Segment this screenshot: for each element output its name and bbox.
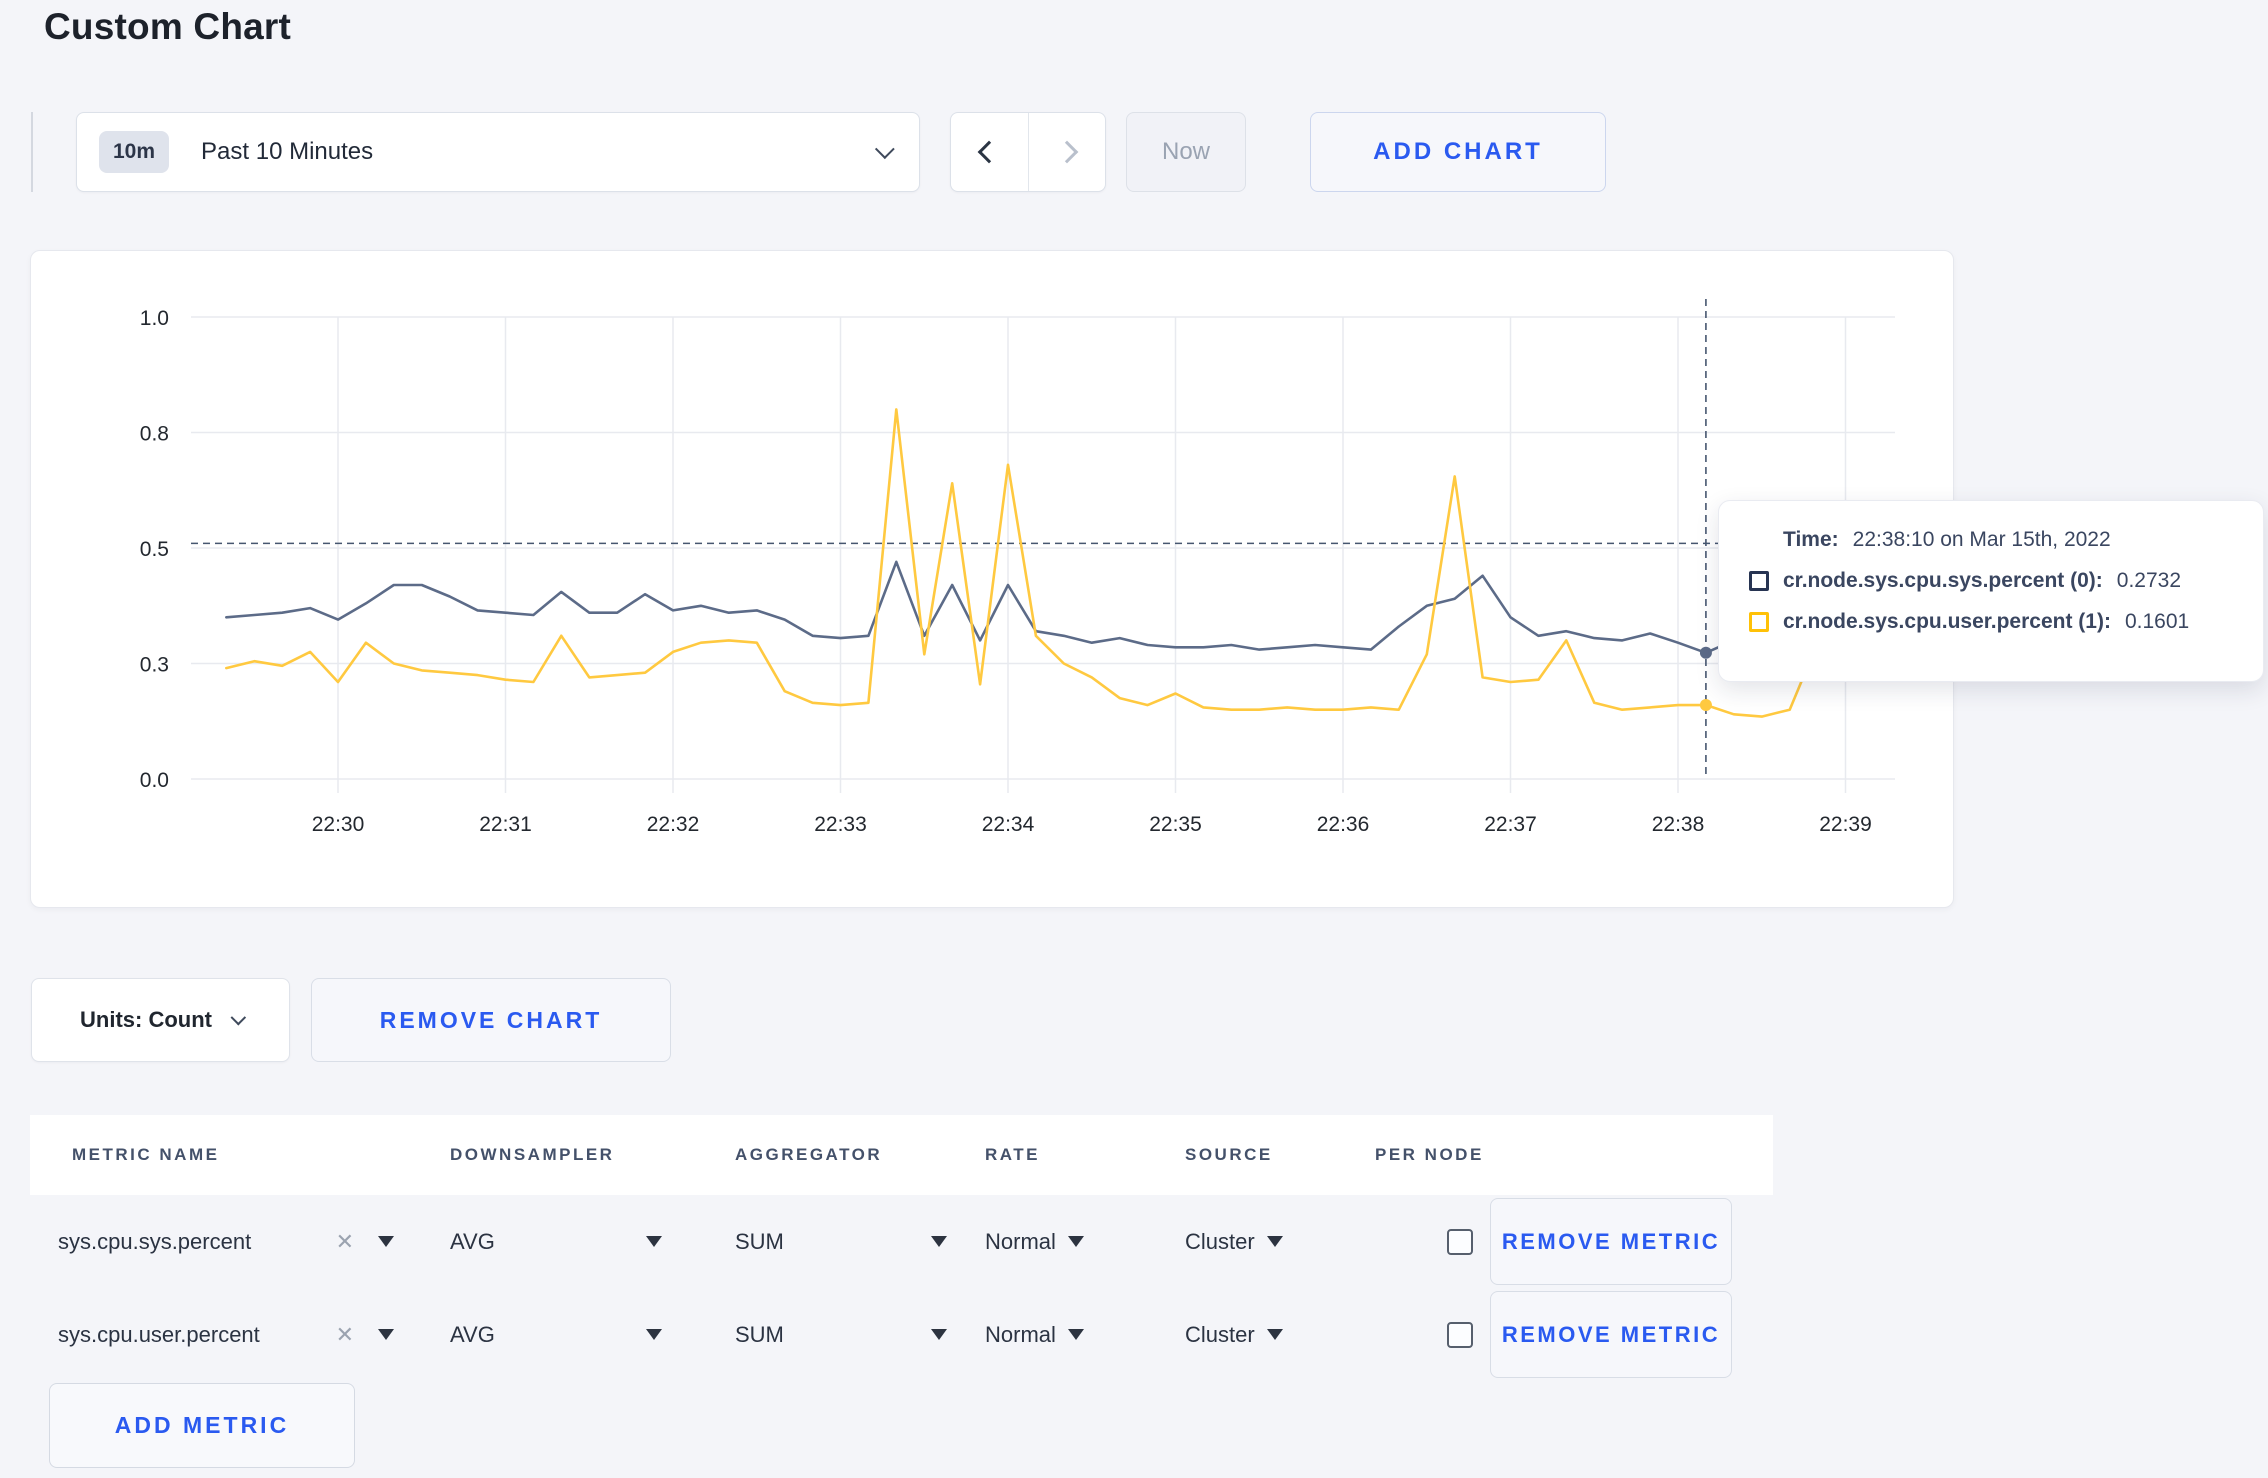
svg-text:22:38: 22:38 xyxy=(1652,813,1705,836)
dropdown-arrow-icon xyxy=(646,1329,662,1340)
time-back-button[interactable] xyxy=(951,113,1028,191)
time-forward-button[interactable] xyxy=(1027,113,1106,191)
dropdown-arrow-icon[interactable] xyxy=(378,1236,394,1247)
downsampler-select[interactable]: AVG xyxy=(450,1229,662,1255)
col-header-metric-name: METRIC NAME xyxy=(72,1145,220,1164)
now-button[interactable]: Now xyxy=(1126,112,1246,192)
svg-text:22:32: 22:32 xyxy=(647,813,700,836)
time-range-badge: 10m xyxy=(99,131,170,173)
svg-text:1.0: 1.0 xyxy=(140,307,169,330)
metric-name: sys.cpu.user.percent xyxy=(58,1321,260,1347)
tooltip-time-label: Time: xyxy=(1783,528,1839,551)
time-range-label: Past 10 Minutes xyxy=(201,138,374,165)
add-chart-button[interactable]: ADD CHART xyxy=(1310,112,1606,192)
svg-text:22:30: 22:30 xyxy=(312,813,365,836)
col-header-source: SOURCE xyxy=(1185,1145,1273,1164)
chart-card: 0.0 0.3 0.5 0.8 1.0 22:30 22:31 22:32 22:33 22:34… xyxy=(30,250,1954,908)
metric-name-select[interactable]: sys.cpu.user.percent ✕ xyxy=(30,1322,420,1348)
col-header-downsampler: DOWNSAMPLER xyxy=(450,1145,615,1164)
svg-text:0.8: 0.8 xyxy=(140,423,169,446)
remove-metric-button[interactable]: REMOVE METRIC xyxy=(1490,1291,1732,1378)
svg-text:22:34: 22:34 xyxy=(982,813,1035,836)
dropdown-arrow-icon xyxy=(1067,1236,1084,1247)
time-range-dropdown[interactable]: 10m Past 10 Minutes xyxy=(76,112,920,192)
dropdown-arrow-icon xyxy=(1266,1329,1283,1340)
col-header-rate: RATE xyxy=(985,1145,1041,1164)
svg-text:22:36: 22:36 xyxy=(1317,813,1370,836)
svg-text:22:33: 22:33 xyxy=(814,813,867,836)
svg-text:22:37: 22:37 xyxy=(1484,813,1537,836)
metric-name: sys.cpu.sys.percent xyxy=(58,1228,252,1254)
chart-tooltip: Time: 22:38:10 on Mar 15th, 2022 cr.node… xyxy=(1718,500,2264,682)
tooltip-time-value: 22:38:10 on Mar 15th, 2022 xyxy=(1852,528,2111,551)
chevron-down-icon xyxy=(230,1009,247,1025)
remove-metric-button[interactable]: REMOVE METRIC xyxy=(1490,1198,1732,1285)
units-dropdown[interactable]: Units: Count xyxy=(31,978,290,1062)
tooltip-sys-label: cr.node.sys.cpu.sys.percent (0): xyxy=(1783,569,2103,592)
tooltip-series-row: cr.node.sys.cpu.user.percent (1): 0.1601 xyxy=(1749,610,2233,634)
remove-chart-button[interactable]: REMOVE CHART xyxy=(311,978,671,1062)
downsampler-select[interactable]: AVG xyxy=(450,1322,662,1348)
clear-metric-icon[interactable]: ✕ xyxy=(336,1229,354,1255)
chevron-right-icon xyxy=(1055,140,1079,164)
per-node-checkbox[interactable] xyxy=(1447,1228,1473,1255)
svg-text:0.5: 0.5 xyxy=(140,538,169,561)
tooltip-user-label: cr.node.sys.cpu.user.percent (1): xyxy=(1783,610,2111,633)
page-title: Custom Chart xyxy=(44,6,292,47)
dropdown-arrow-icon xyxy=(646,1236,662,1247)
source-select[interactable]: Cluster xyxy=(1185,1229,1283,1255)
col-header-aggregator: AGGREGATOR xyxy=(735,1145,883,1164)
metric-name-select[interactable]: sys.cpu.sys.percent ✕ xyxy=(30,1229,420,1255)
tooltip-user-value: 0.1601 xyxy=(2124,610,2190,633)
svg-text:22:31: 22:31 xyxy=(479,813,532,836)
aggregator-select[interactable]: SUM xyxy=(735,1229,947,1255)
source-select[interactable]: Cluster xyxy=(1185,1322,1283,1348)
dropdown-arrow-icon xyxy=(1266,1236,1283,1247)
cpu-line-chart[interactable]: 0.0 0.3 0.5 0.8 1.0 22:30 22:31 22:32 22:33 22:34… xyxy=(31,251,1953,907)
dropdown-arrow-icon[interactable] xyxy=(378,1329,394,1340)
svg-text:22:39: 22:39 xyxy=(1819,813,1872,836)
clear-metric-icon[interactable]: ✕ xyxy=(336,1322,354,1348)
tooltip-time-row: Time: 22:38:10 on Mar 15th, 2022 xyxy=(1749,528,2233,552)
chevron-down-icon xyxy=(874,139,895,160)
col-header-per-node: PER NODE xyxy=(1375,1145,1484,1164)
dropdown-arrow-icon xyxy=(1067,1329,1084,1340)
dropdown-arrow-icon xyxy=(931,1329,947,1340)
rate-select[interactable]: Normal xyxy=(985,1229,1084,1255)
user-series-swatch-icon xyxy=(1749,612,1769,632)
time-nav-group xyxy=(950,112,1106,192)
tooltip-series-row: cr.node.sys.cpu.sys.percent (0): 0.2732 xyxy=(1749,569,2233,593)
custom-chart-page: { "page": { "title": "Custom Chart" }, "… xyxy=(0,0,2268,1478)
toolbar-divider xyxy=(31,112,33,192)
chevron-left-icon xyxy=(977,140,1001,164)
add-metric-button[interactable]: ADD METRIC xyxy=(49,1383,355,1468)
tooltip-sys-value: 0.2732 xyxy=(2116,569,2182,592)
sys-series-swatch-icon xyxy=(1749,571,1769,591)
metrics-table-header: METRIC NAME DOWNSAMPLER AGGREGATOR RATE … xyxy=(30,1115,1773,1195)
dropdown-arrow-icon xyxy=(931,1236,947,1247)
aggregator-select[interactable]: SUM xyxy=(735,1322,947,1348)
svg-text:22:35: 22:35 xyxy=(1149,813,1202,836)
per-node-checkbox[interactable] xyxy=(1447,1321,1473,1348)
units-label: Units: Count xyxy=(80,1007,212,1032)
svg-text:0.0: 0.0 xyxy=(140,769,169,792)
rate-select[interactable]: Normal xyxy=(985,1322,1084,1348)
svg-text:0.3: 0.3 xyxy=(140,654,169,677)
